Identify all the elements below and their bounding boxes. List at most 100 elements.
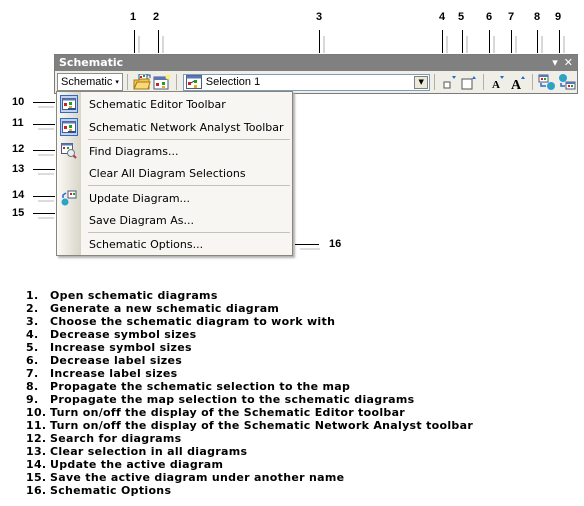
propagate-map-to-schematic-button[interactable] bbox=[557, 72, 577, 92]
menu-item-save-diagram-as[interactable]: Save Diagram As... bbox=[57, 209, 292, 231]
leader-line-7 bbox=[511, 30, 512, 53]
checked-indicator bbox=[60, 118, 78, 136]
legend-item: 1. Open schematic diagrams bbox=[26, 289, 218, 302]
menu-item-label: Schematic Options... bbox=[89, 237, 204, 251]
leader-shadow-9 bbox=[563, 36, 565, 53]
menu-item-schematic-editor-toolbar[interactable]: Schematic Editor Toolbar bbox=[57, 93, 292, 115]
legend-item: 6. Decrease label sizes bbox=[26, 354, 183, 367]
toolbar-separator bbox=[532, 74, 534, 90]
leader-line-11 bbox=[33, 124, 55, 125]
open-schematic-diagrams-button[interactable] bbox=[132, 72, 152, 92]
toolbar-options-dropdown-icon[interactable]: ▾ bbox=[552, 55, 558, 71]
decrease-symbol-sizes-button[interactable] bbox=[439, 72, 459, 92]
callout-5: 5 bbox=[458, 11, 465, 23]
propagate-schematic-to-map-button[interactable] bbox=[537, 72, 557, 92]
leader-shadow-2 bbox=[162, 36, 164, 53]
menu-item-update-diagram[interactable]: Update Diagram... bbox=[57, 187, 292, 209]
update-diagram-icon bbox=[61, 190, 77, 206]
callout-8: 8 bbox=[534, 11, 541, 23]
toolbar-separator bbox=[126, 74, 128, 90]
toolbar-separator bbox=[175, 74, 177, 90]
leader-shadow-3 bbox=[323, 36, 325, 53]
toolbar-title: Schematic bbox=[59, 56, 124, 69]
leader-line-8 bbox=[537, 30, 538, 53]
network-analyst-toolbar-icon bbox=[62, 121, 76, 133]
leader-shadow-12 bbox=[38, 154, 54, 156]
increase-symbol-icon bbox=[461, 76, 477, 90]
legend-item: 9. Propagate the map selection to the sch… bbox=[26, 393, 415, 406]
menu-item-find-diagrams[interactable]: Find Diagrams... bbox=[57, 140, 292, 162]
leader-line-12 bbox=[33, 150, 55, 151]
menu-item-label: Schematic Editor Toolbar bbox=[89, 97, 226, 111]
callout-2: 2 bbox=[153, 11, 160, 23]
legend-item: 11. Turn on/off the display of the Schema… bbox=[26, 419, 474, 432]
toolbar-separator bbox=[483, 74, 485, 90]
legend-item: 2. Generate a new schematic diagram bbox=[26, 302, 280, 315]
leader-line-3 bbox=[319, 30, 320, 53]
callout-15: 15 bbox=[12, 207, 25, 219]
legend-item: 3. Choose the schematic diagram to work w… bbox=[26, 315, 336, 328]
find-diagrams-icon bbox=[61, 143, 77, 159]
svg-text:A: A bbox=[492, 79, 500, 90]
callout-7: 7 bbox=[508, 11, 515, 23]
diagram-select-combo[interactable]: Selection 1 ▼ bbox=[182, 73, 431, 91]
callout-11: 11 bbox=[12, 117, 24, 129]
schematic-menu-button[interactable]: Schematic ▾ bbox=[57, 73, 123, 91]
menu-item-label: Clear All Diagram Selections bbox=[89, 166, 246, 180]
toolbar-separator bbox=[434, 74, 436, 90]
menu-item-schematic-options[interactable]: Schematic Options... bbox=[57, 233, 292, 255]
callout-16: 16 bbox=[329, 238, 342, 250]
leader-line-5 bbox=[462, 30, 463, 53]
legend-item: 8. Propagate the schematic selection to t… bbox=[26, 380, 351, 393]
callout-10: 10 bbox=[12, 96, 25, 108]
legend-item: 12. Search for diagrams bbox=[26, 432, 182, 445]
decrease-symbol-icon bbox=[443, 76, 457, 89]
leader-shadow-1 bbox=[138, 36, 140, 53]
callout-3: 3 bbox=[316, 11, 323, 23]
leader-shadow-16 bbox=[300, 248, 320, 250]
close-icon[interactable]: ✕ bbox=[564, 55, 573, 71]
decrease-label-sizes-button[interactable]: A bbox=[488, 72, 508, 92]
leader-line-9 bbox=[559, 30, 560, 53]
menu-item-schematic-network-analyst-toolbar[interactable]: Schematic Network Analyst Toolbar bbox=[57, 116, 292, 138]
callout-13: 13 bbox=[12, 163, 25, 175]
leader-line-13 bbox=[33, 169, 55, 170]
legend-item: 4. Decrease symbol sizes bbox=[26, 328, 197, 341]
leader-shadow-13 bbox=[38, 173, 54, 175]
leader-shadow-15 bbox=[38, 217, 54, 219]
leader-shadow-10 bbox=[38, 106, 54, 108]
increase-label-sizes-button[interactable]: A bbox=[508, 72, 528, 92]
callout-4: 4 bbox=[439, 11, 446, 23]
legend-item: 13. Clear selection in all diagrams bbox=[26, 445, 248, 458]
leader-shadow-5 bbox=[466, 36, 468, 53]
leader-line-2 bbox=[158, 30, 159, 53]
dropdown-arrow-icon[interactable]: ▼ bbox=[414, 75, 429, 89]
legend-item: 15. Save the active diagram under another… bbox=[26, 471, 345, 484]
leader-shadow-4 bbox=[446, 36, 448, 53]
menu-separator bbox=[88, 185, 290, 186]
toolbar-title-bar[interactable]: Schematic ▾ ✕ bbox=[55, 55, 577, 71]
increase-symbol-sizes-button[interactable] bbox=[459, 72, 479, 92]
schematic-menu-label: Schematic bbox=[61, 76, 113, 88]
leader-line-10 bbox=[33, 102, 55, 103]
leader-shadow-6 bbox=[493, 36, 495, 53]
diagram-select-value: Selection 1 bbox=[205, 76, 261, 88]
increase-label-icon: A bbox=[511, 76, 526, 90]
menu-item-label: Save Diagram As... bbox=[89, 213, 194, 227]
leader-line-15 bbox=[33, 213, 55, 214]
callout-6: 6 bbox=[486, 11, 493, 23]
menu-item-label: Update Diagram... bbox=[89, 191, 191, 205]
decrease-label-icon: A bbox=[492, 76, 505, 90]
menu-item-clear-all-diagram-selections[interactable]: Clear All Diagram Selections bbox=[57, 162, 292, 184]
generate-new-diagram-button[interactable] bbox=[152, 72, 172, 92]
schematic-toolbar-window: Schematic ▾ ✕ Schematic ▾ Selection 1 ▼ … bbox=[54, 54, 578, 94]
leader-shadow-11 bbox=[38, 128, 54, 130]
callout-14: 14 bbox=[12, 189, 25, 201]
menu-item-label: Find Diagrams... bbox=[89, 144, 179, 158]
legend-item: 7. Increase label sizes bbox=[26, 367, 178, 380]
leader-shadow-14 bbox=[38, 200, 54, 202]
leader-line-1 bbox=[134, 30, 135, 53]
callout-1: 1 bbox=[130, 11, 137, 23]
legend-item: 10. Turn on/off the display of the Schema… bbox=[26, 406, 406, 419]
schematic-dropdown-menu: Schematic Editor Toolbar Schematic Netwo… bbox=[56, 91, 293, 256]
